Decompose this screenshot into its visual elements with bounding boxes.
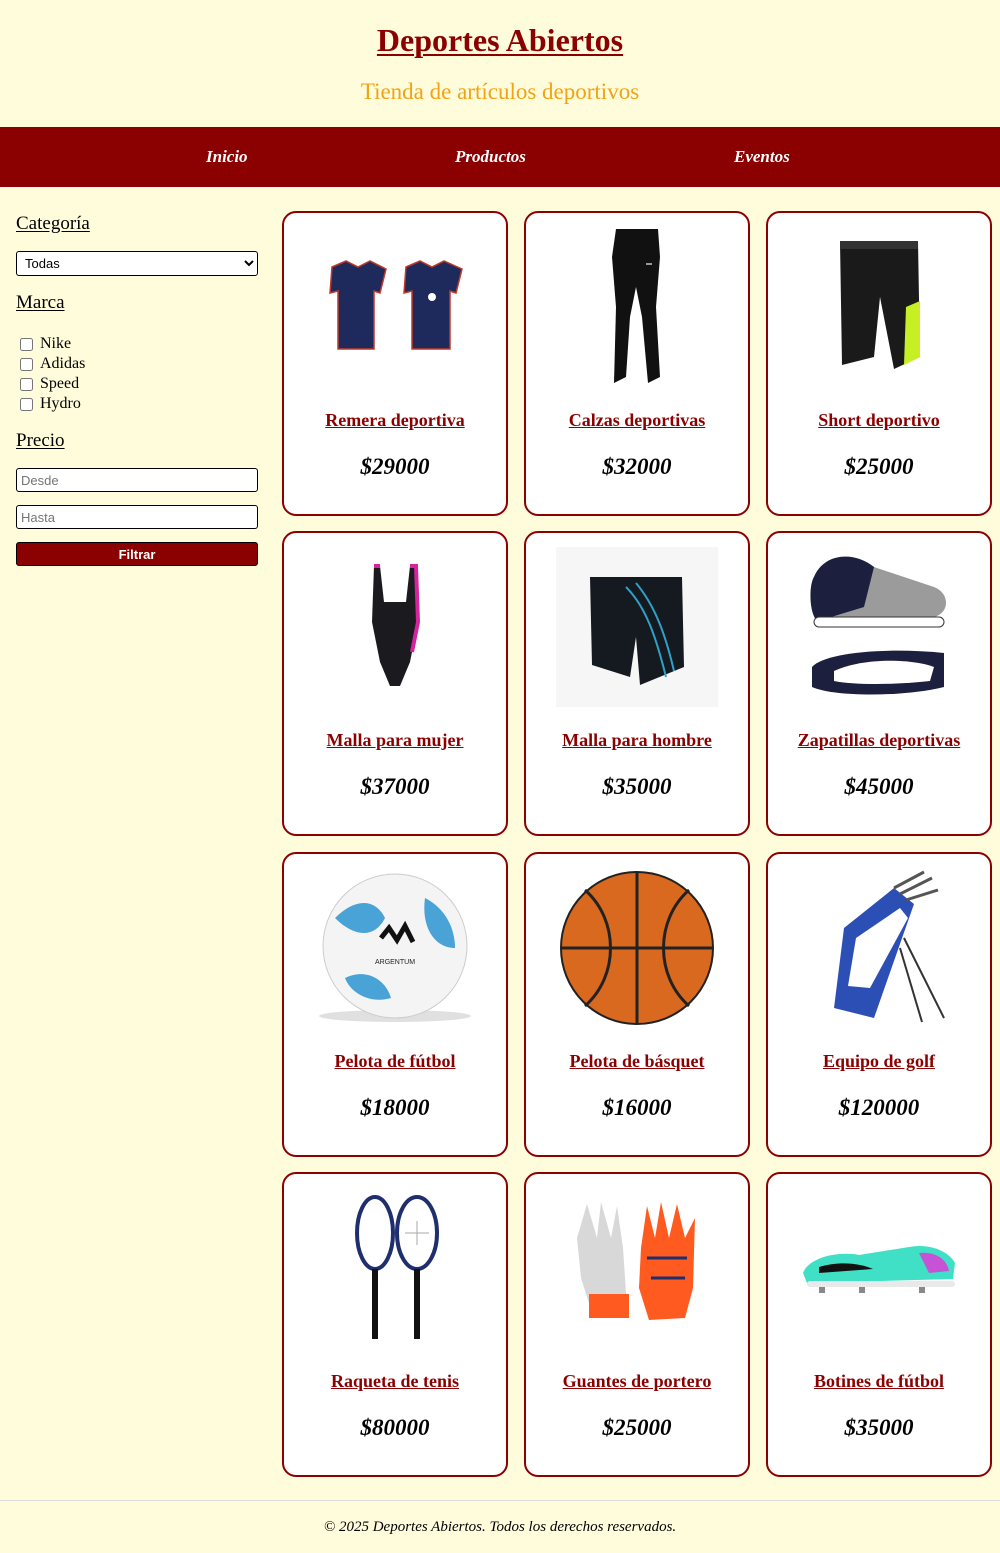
product-name[interactable]: Raqueta de tenis (284, 1371, 506, 1392)
brand-label-adidas: Adidas (40, 355, 86, 372)
product-name[interactable]: Guantes de portero (526, 1371, 748, 1392)
price-to-input[interactable] (16, 505, 258, 529)
main-nav: Inicio Productos Eventos (0, 127, 1000, 187)
brand-filter-title: Marca (16, 292, 65, 313)
product-price: $25000 (602, 1415, 672, 1440)
product-card[interactable]: Equipo de golf $120000 (766, 852, 992, 1157)
basketball-icon[interactable] (556, 868, 718, 1028)
product-card[interactable]: Pelota de básquet $16000 (524, 852, 750, 1157)
product-name[interactable]: Pelota de básquet (526, 1051, 748, 1072)
brand-label-nike: Nike (40, 335, 72, 352)
product-card[interactable]: Zapatillas deportivas $45000 (766, 531, 992, 836)
product-name[interactable]: Pelota de fútbol (284, 1051, 506, 1072)
site-header: Deportes Abiertos Tienda de artículos de… (0, 0, 1000, 127)
product-price: $16000 (602, 1095, 672, 1120)
product-price: $35000 (602, 774, 672, 799)
product-card[interactable]: ARGENTUM Pelota de fútbol $18000 (282, 852, 508, 1157)
product-name[interactable]: Malla para hombre (526, 730, 748, 751)
brand-checkbox-adidas[interactable] (20, 357, 33, 371)
nav-item-inicio[interactable]: Inicio (206, 147, 248, 167)
site-title[interactable]: Deportes Abiertos (0, 22, 1000, 59)
brand-checkbox-speed[interactable] (20, 377, 33, 391)
brand-option-adidas[interactable]: Adidas (16, 354, 258, 374)
brand-option-speed[interactable]: Speed (16, 374, 258, 394)
sneakers-icon[interactable] (798, 547, 960, 707)
brand-label-speed: Speed (40, 375, 80, 392)
product-card[interactable]: Remera deportiva $29000 (282, 211, 508, 516)
shorts-icon[interactable] (798, 227, 960, 387)
product-card[interactable]: Calzas deportivas $32000 (524, 211, 750, 516)
brand-option-nike[interactable]: Nike (16, 334, 258, 354)
swimsuit-icon[interactable] (314, 547, 476, 707)
product-name[interactable]: Short deportivo (768, 410, 990, 431)
price-from-input[interactable] (16, 468, 258, 492)
brand-option-hydro[interactable]: Hydro (16, 394, 258, 414)
swim-trunks-icon[interactable] (556, 547, 718, 707)
site-tagline: Tienda de artículos deportivos (360, 79, 640, 104)
nav-item-productos[interactable]: Productos (455, 147, 526, 167)
filter-sidebar: Categoría Todas Marca Nike Adidas Speed … (16, 213, 258, 566)
product-price: $37000 (360, 774, 430, 799)
brand-checkbox-nike[interactable] (20, 337, 33, 351)
tshirt-icon[interactable] (314, 227, 476, 387)
product-card[interactable]: Malla para hombre $35000 (524, 531, 750, 836)
product-name[interactable]: Remera deportiva (284, 410, 506, 431)
product-name[interactable]: Calzas deportivas (526, 410, 748, 431)
content-area: Categoría Todas Marca Nike Adidas Speed … (0, 187, 1000, 1501)
category-select[interactable]: Todas (16, 251, 258, 276)
product-card[interactable]: Guantes de portero $25000 (524, 1172, 750, 1477)
product-card[interactable]: Raqueta de tenis $80000 (282, 1172, 508, 1477)
product-price: $18000 (360, 1095, 430, 1120)
filter-button[interactable]: Filtrar (16, 542, 258, 566)
product-card[interactable]: Short deportivo $25000 (766, 211, 992, 516)
product-name[interactable]: Zapatillas deportivas (768, 730, 990, 751)
product-name[interactable]: Malla para mujer (284, 730, 506, 751)
product-price: $45000 (844, 774, 914, 799)
tennis-racket-icon[interactable] (314, 1188, 476, 1348)
category-filter-title: Categoría (16, 213, 90, 234)
brand-checkbox-list: Nike Adidas Speed Hydro (16, 334, 258, 414)
golf-bag-icon[interactable] (798, 868, 960, 1028)
soccer-ball-icon[interactable]: ARGENTUM (314, 868, 476, 1028)
footer-text: © 2025 Deportes Abiertos. Todos los dere… (323, 1519, 677, 1535)
product-price: $29000 (360, 454, 430, 479)
product-price: $25000 (844, 454, 914, 479)
svg-text:ARGENTUM: ARGENTUM (375, 959, 415, 966)
leggings-icon[interactable] (556, 227, 718, 387)
product-card[interactable]: Malla para mujer $37000 (282, 531, 508, 836)
football-boots-icon[interactable] (798, 1188, 960, 1348)
product-price: $120000 (838, 1095, 920, 1120)
product-name[interactable]: Equipo de golf (768, 1051, 990, 1072)
product-price: $80000 (360, 1415, 430, 1440)
product-card[interactable]: Botines de fútbol $35000 (766, 1172, 992, 1477)
product-price: $32000 (602, 454, 672, 479)
nav-item-eventos[interactable]: Eventos (734, 147, 790, 167)
brand-checkbox-hydro[interactable] (20, 397, 33, 411)
product-name[interactable]: Botines de fútbol (768, 1371, 990, 1392)
brand-label-hydro: Hydro (40, 395, 81, 412)
product-price: $35000 (844, 1415, 914, 1440)
goalkeeper-gloves-icon[interactable] (556, 1188, 718, 1348)
site-footer: © 2025 Deportes Abiertos. Todos los dere… (0, 1500, 1000, 1553)
price-filter-title: Precio (16, 430, 65, 451)
